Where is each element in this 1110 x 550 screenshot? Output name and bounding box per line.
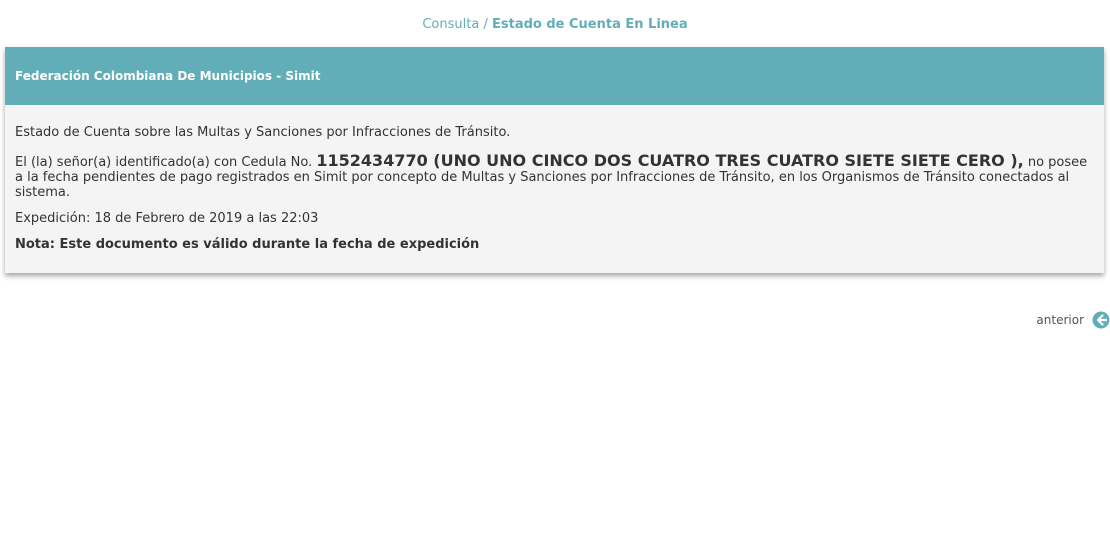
- breadcrumb-link-consulta[interactable]: Consulta: [422, 17, 479, 32]
- breadcrumb: Consulta / Estado de Cuenta En Linea: [0, 17, 1110, 32]
- expedition-date: Expedición: 18 de Febrero de 2019 a las …: [15, 211, 319, 226]
- back-link[interactable]: anterior: [1036, 311, 1110, 329]
- back-label[interactable]: anterior: [1036, 313, 1084, 327]
- arrow-left-circle-icon[interactable]: [1092, 311, 1110, 329]
- panel-body: Estado de Cuenta sobre las Multas y Sanc…: [5, 105, 1104, 252]
- breadcrumb-separator: /: [483, 17, 488, 32]
- breadcrumb-current: Estado de Cuenta En Linea: [491, 17, 688, 32]
- statement-text: El (la) señor(a) identificado(a) con Ced…: [15, 151, 1094, 201]
- account-status-panel: Federación Colombiana De Municipios - Si…: [5, 47, 1104, 273]
- panel-header: Federación Colombiana De Municipios - Si…: [5, 47, 1104, 105]
- statement-prefix: El (la) señor(a) identificado(a) con Ced…: [15, 155, 317, 170]
- id-number-text: 1152434770 (UNO UNO CINCO DOS CUATRO TRE…: [316, 151, 1024, 170]
- validity-note: Nota: Este documento es válido durante l…: [15, 237, 480, 252]
- intro-text: Estado de Cuenta sobre las Multas y Sanc…: [15, 125, 511, 140]
